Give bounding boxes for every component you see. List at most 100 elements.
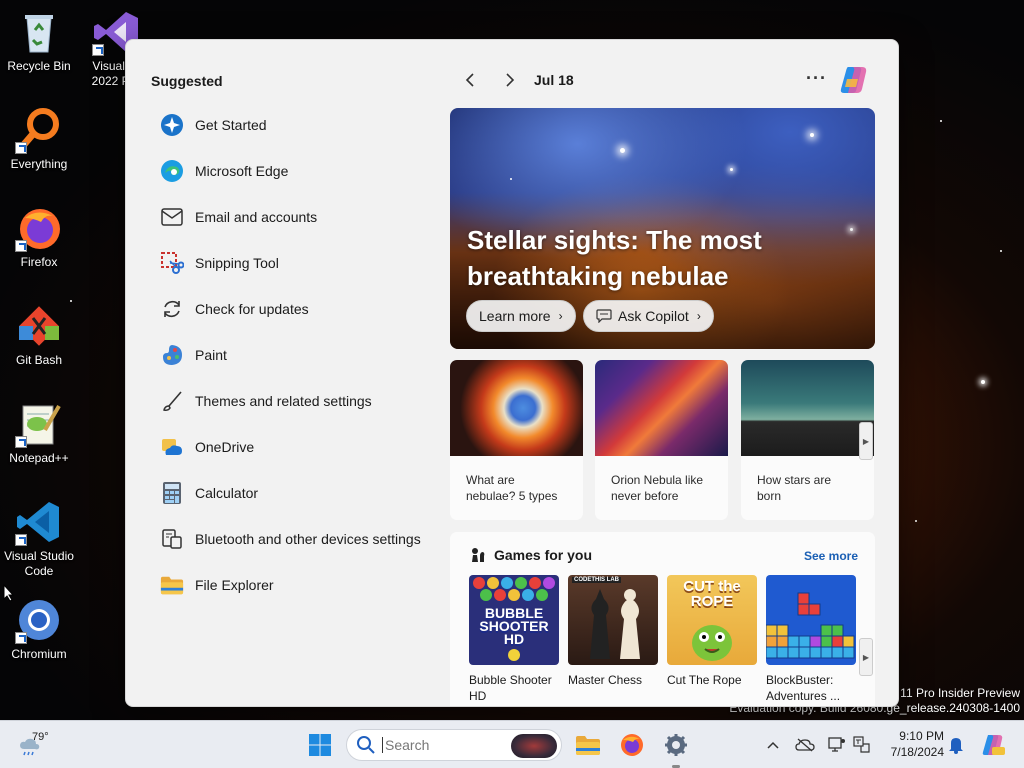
game-tile[interactable]: CUT the ROPE Cut The Rope bbox=[667, 575, 757, 688]
onedrive-offline-icon[interactable] bbox=[795, 735, 815, 755]
game-name: Cut The Rope bbox=[667, 673, 742, 687]
recycle-bin-icon bbox=[15, 8, 63, 56]
desktop-icon-notepad-plus-plus[interactable]: Notepad++ bbox=[1, 400, 77, 466]
desktop-icon-everything[interactable]: Everything bbox=[1, 106, 77, 172]
game-art-text: BUBBLE SHOOTER HD bbox=[479, 605, 549, 647]
suggested-item-check-updates[interactable]: Check for updates bbox=[160, 286, 450, 332]
chevron-left-icon[interactable] bbox=[460, 70, 480, 90]
file-explorer-icon[interactable] bbox=[572, 729, 604, 761]
shortcut-arrow-icon bbox=[15, 436, 27, 448]
refresh-icon bbox=[160, 297, 184, 321]
chat-bubble-icon bbox=[596, 309, 612, 323]
suggested-item-onedrive[interactable]: OneDrive bbox=[160, 424, 450, 470]
desktop-icon-git-bash[interactable]: Git Bash bbox=[1, 302, 77, 368]
news-card-caption: How stars are born bbox=[757, 473, 832, 503]
suggested-item-email-accounts[interactable]: Email and accounts bbox=[160, 194, 450, 240]
language-icon[interactable] bbox=[852, 735, 872, 755]
suggested-item-label: Calculator bbox=[195, 485, 259, 501]
notification-bell-icon[interactable] bbox=[946, 735, 966, 755]
suggested-item-edge[interactable]: Microsoft Edge bbox=[160, 148, 450, 194]
learn-more-button[interactable]: Learn more › bbox=[466, 300, 576, 332]
game-tile[interactable]: BlockBuster: Adventures ... bbox=[766, 575, 856, 704]
devices-icon bbox=[160, 527, 184, 551]
desktop-icon-label: Recycle Bin bbox=[7, 59, 71, 73]
display-icon[interactable] bbox=[827, 735, 847, 755]
shortcut-arrow-icon bbox=[15, 142, 27, 154]
ask-copilot-label: Ask Copilot bbox=[618, 308, 689, 324]
suggested-item-get-started[interactable]: Get Started bbox=[160, 102, 450, 148]
clock-date: 7/18/2024 bbox=[890, 745, 944, 759]
shortcut-arrow-icon bbox=[92, 44, 104, 56]
shortcut-arrow-icon bbox=[15, 632, 27, 644]
desktop-icon-label: Firefox bbox=[20, 255, 58, 269]
desktop-icon-recycle-bin[interactable]: Recycle Bin bbox=[1, 8, 77, 74]
games-heading: Games for you bbox=[470, 547, 592, 563]
suggested-item-bluetooth-devices[interactable]: Bluetooth and other devices settings bbox=[160, 516, 450, 562]
ask-copilot-button[interactable]: Ask Copilot › bbox=[583, 300, 714, 332]
folder-icon bbox=[160, 573, 184, 597]
game-tile[interactable]: CODETHIS LAB Master Chess bbox=[568, 575, 658, 688]
shortcut-arrow-icon bbox=[15, 240, 27, 252]
copilot-pre-icon[interactable] bbox=[980, 732, 1006, 758]
suggested-item-label: File Explorer bbox=[195, 577, 274, 593]
suggested-item-label: Snipping Tool bbox=[195, 255, 279, 271]
master-chess-thumbnail: CODETHIS LAB bbox=[568, 575, 658, 665]
suggested-item-themes[interactable]: Themes and related settings bbox=[160, 378, 450, 424]
firefox-icon[interactable] bbox=[616, 729, 648, 761]
hero-card[interactable]: Stellar sights: The most breathtaking ne… bbox=[450, 108, 875, 349]
desktop-icon-label: Everything bbox=[10, 157, 68, 171]
suggested-item-file-explorer[interactable]: File Explorer bbox=[160, 562, 450, 608]
paint-icon bbox=[160, 343, 184, 367]
news-card-caption: Orion Nebula like never before bbox=[611, 473, 704, 503]
background-star bbox=[915, 520, 917, 522]
suggested-item-paint[interactable]: Paint bbox=[160, 332, 450, 378]
cards-scroll-right-button[interactable]: ▶ bbox=[859, 422, 873, 460]
learn-more-label: Learn more bbox=[479, 308, 551, 324]
news-card[interactable]: What are nebulae? 5 types bbox=[450, 360, 583, 520]
suggested-item-snipping-tool[interactable]: Snipping Tool bbox=[160, 240, 450, 286]
desktop-icon-label: Notepad++ bbox=[9, 451, 69, 465]
notepad-plus-plus-icon bbox=[15, 400, 63, 448]
desktop-icon-label: Chromium bbox=[11, 647, 67, 661]
desktop-icon-vscode[interactable]: Visual Studio Code bbox=[1, 498, 77, 579]
git-bash-icon bbox=[15, 302, 63, 350]
edge-icon bbox=[160, 159, 184, 183]
search-icon bbox=[357, 736, 375, 754]
desktop-icon-firefox[interactable]: Firefox bbox=[1, 204, 77, 270]
shortcut-arrow-icon bbox=[15, 534, 27, 546]
background-star bbox=[981, 380, 985, 384]
games-title-label: Games for you bbox=[494, 547, 593, 563]
desktop-icon-label: Git Bash bbox=[15, 353, 63, 367]
calculator-icon bbox=[160, 481, 184, 505]
game-name: Master Chess bbox=[568, 673, 643, 687]
games-scroll-right-button[interactable]: ▶ bbox=[859, 638, 873, 676]
copilot-icon[interactable] bbox=[838, 65, 870, 95]
suggested-item-calculator[interactable]: Calculator bbox=[160, 470, 450, 516]
game-tile[interactable]: BUBBLE SHOOTER HD Bubble Shooter HD bbox=[469, 575, 559, 704]
milky-way-thumbnail bbox=[741, 360, 874, 456]
more-options-button[interactable]: ··· bbox=[806, 68, 827, 89]
game-name: Bubble Shooter HD bbox=[469, 673, 552, 703]
nebula-star bbox=[510, 178, 512, 180]
games-section: Games for you See more BUBBLE SHOOTER HD… bbox=[450, 532, 875, 706]
clock-time: 9:10 PM bbox=[899, 729, 944, 743]
suggested-heading: Suggested bbox=[151, 73, 223, 89]
hero-title: Stellar sights: The most breathtaking ne… bbox=[467, 225, 762, 291]
chevron-up-icon[interactable] bbox=[763, 735, 783, 755]
firefox-icon bbox=[15, 204, 63, 252]
vscode-icon bbox=[15, 498, 63, 546]
desktop-icon-chromium[interactable]: Chromium bbox=[1, 596, 77, 662]
settings-icon[interactable] bbox=[660, 729, 692, 761]
system-clock[interactable]: 9:10 PM 7/18/2024 bbox=[880, 728, 944, 760]
helix-nebula-thumbnail bbox=[450, 360, 583, 456]
windows-start-icon[interactable] bbox=[304, 729, 336, 761]
nebula-star bbox=[850, 228, 853, 231]
weather-widget[interactable]: 79° bbox=[18, 729, 58, 761]
see-more-link[interactable]: See more bbox=[804, 549, 858, 563]
chevron-right-icon[interactable] bbox=[500, 70, 520, 90]
news-card[interactable]: Orion Nebula like never before bbox=[595, 360, 728, 520]
blockbuster-thumbnail bbox=[766, 575, 856, 665]
taskbar-search-box[interactable]: Search bbox=[346, 729, 562, 761]
mouse-cursor-icon bbox=[3, 584, 15, 602]
news-card[interactable]: How stars are born bbox=[741, 360, 874, 520]
